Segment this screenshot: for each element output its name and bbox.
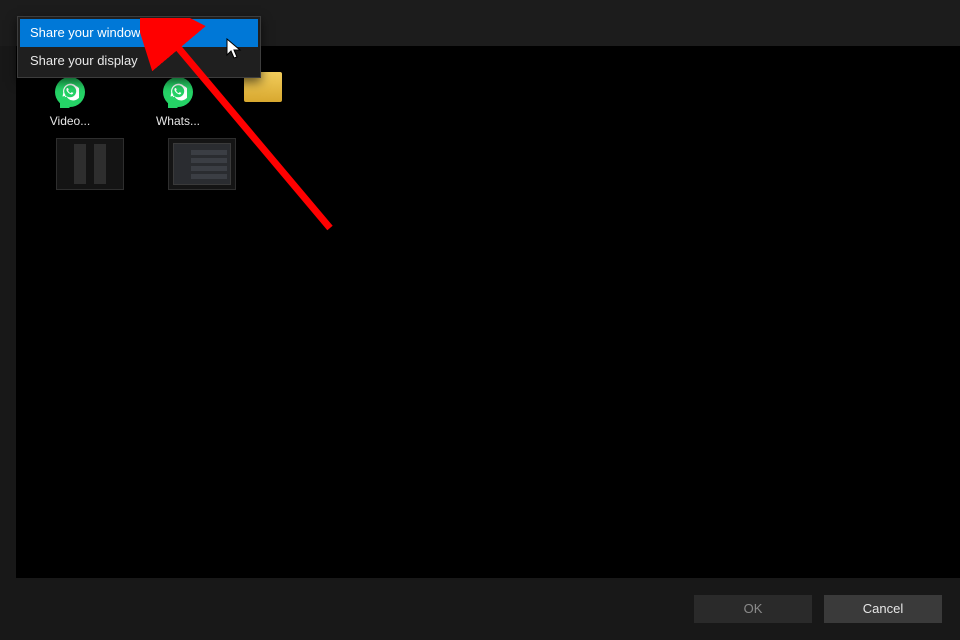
share-context-menu: Share your window Share your display [17,16,261,78]
thumbnail-row [56,138,236,190]
ok-button[interactable]: OK [694,595,812,623]
desktop-items: Video... Whats... [24,72,224,128]
desktop-item-label: Video... [24,114,116,128]
menu-item-share-window[interactable]: Share your window [20,19,258,47]
cancel-button[interactable]: Cancel [824,595,942,623]
menu-item-share-display[interactable]: Share your display [20,47,258,75]
dialog-button-bar: OK Cancel [0,578,960,640]
whatsapp-icon [160,74,196,110]
content-area: Video... Whats... [16,46,960,578]
desktop-item-label: Whats... [132,114,224,128]
window-thumbnail[interactable] [56,138,124,190]
desktop-item-whatsapp[interactable]: Whats... [132,72,224,128]
window-thumbnail[interactable] [168,138,236,190]
screen: Video... Whats... OK Cancel [0,0,960,640]
desktop-item-video[interactable]: Video... [24,72,116,128]
whatsapp-icon [52,74,88,110]
